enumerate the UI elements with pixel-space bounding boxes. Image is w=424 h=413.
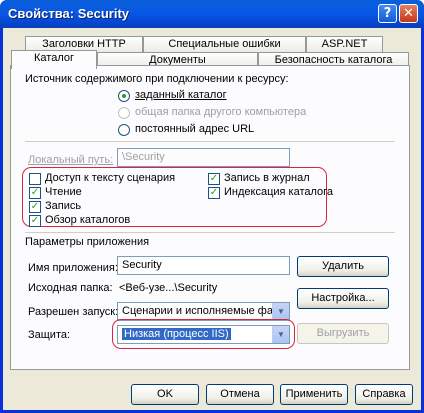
checkbox-index-resource-label[interactable]: Индексация каталога (224, 186, 333, 198)
divider (25, 141, 395, 142)
checkbox-script-source-label[interactable]: Доступ к тексту сценария (45, 172, 175, 184)
radio-local-directory-label[interactable]: заданный каталог (135, 89, 227, 101)
radio-local-directory[interactable] (118, 90, 130, 102)
cancel-button[interactable]: Отмена (206, 384, 274, 405)
start-folder-label: Исходная папка: (28, 282, 113, 294)
start-folder-value: <Веб-узе...\Security (119, 282, 218, 294)
radio-url-redirect[interactable] (118, 124, 130, 136)
checkbox-index-resource[interactable]: ✓ (208, 187, 220, 199)
tab-directory[interactable]: Каталог (11, 50, 97, 69)
checkbox-read-label[interactable]: Чтение (45, 186, 82, 198)
tab-aspnet[interactable]: ASP.NET (306, 36, 383, 52)
checkbox-directory-browsing-label[interactable]: Обзор каталогов (45, 214, 130, 226)
app-settings-heading: Параметры приложения (25, 236, 150, 248)
radio-network-share (118, 107, 130, 119)
help-button[interactable]: Справка (355, 384, 413, 405)
source-heading: Источник содержимого при подключении к р… (25, 73, 289, 85)
checkbox-write-label[interactable]: Запись (45, 200, 81, 212)
divider (25, 232, 395, 233)
checkbox-directory-browsing[interactable]: ✓ (29, 215, 41, 227)
help-icon[interactable]: ? (378, 4, 397, 23)
app-name-input[interactable]: Security (117, 256, 290, 275)
apply-button[interactable]: Применить (280, 384, 348, 405)
application-protection-select[interactable]: Низкая (процесс IIS) ▼ (117, 325, 290, 344)
app-name-label: Имя приложения: (28, 262, 118, 274)
ok-button[interactable]: OK (131, 384, 199, 405)
checkbox-read[interactable]: ✓ (29, 187, 41, 199)
delete-button[interactable]: Удалить (297, 256, 389, 277)
local-path-label: Локальный путь: (28, 154, 114, 166)
application-protection-value: Низкая (процесс IIS) (122, 328, 231, 340)
unload-button: Выгрузить (297, 323, 389, 344)
checkbox-script-source[interactable] (29, 173, 41, 185)
radio-network-share-label: общая папка другого компьютера (135, 106, 307, 118)
chevron-down-icon[interactable]: ▼ (272, 303, 289, 320)
window-title: Свойства: Security (8, 6, 130, 21)
application-protection-label: Защита: (28, 329, 71, 341)
execute-permissions-value: Сценарии и исполняемые файлы (122, 305, 290, 317)
close-icon[interactable]: ✕ (399, 4, 418, 23)
execute-permissions-label: Разрешен запуск: (28, 306, 119, 318)
radio-url-redirect-label[interactable]: постоянный адрес URL (135, 123, 254, 135)
checkbox-log-visits[interactable]: ✓ (208, 173, 220, 185)
checkbox-log-visits-label[interactable]: Запись в журнал (224, 172, 310, 184)
local-path-field: \Security (117, 148, 290, 167)
title-bar[interactable]: Свойства: Security ? ✕ (0, 0, 424, 28)
checkbox-write[interactable]: ✓ (29, 201, 41, 213)
tab-custom-errors[interactable]: Специальные ошибки (143, 36, 306, 52)
chevron-down-icon[interactable]: ▼ (272, 326, 289, 343)
configuration-button[interactable]: Настройка... (297, 288, 389, 309)
